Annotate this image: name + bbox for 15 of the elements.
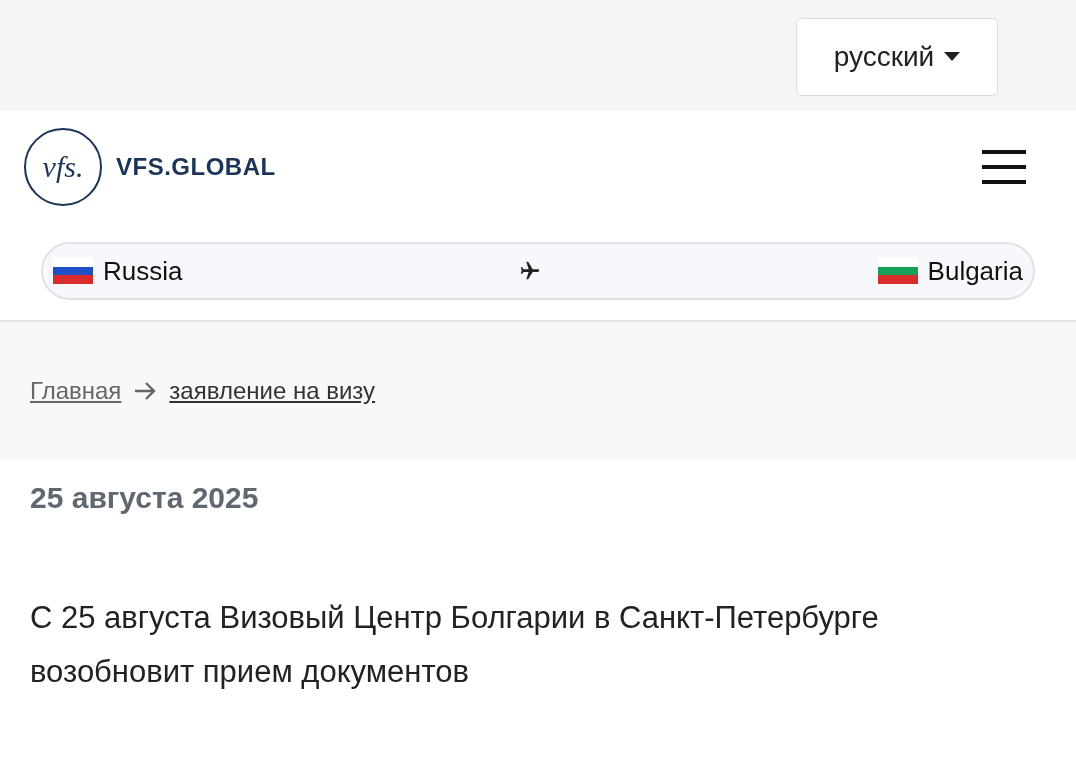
- logo-wordmark: VFS.GLOBAL: [116, 153, 276, 181]
- destination-country: Bulgaria: [927, 255, 1023, 287]
- origin-country: Russia: [103, 255, 183, 287]
- menu-icon[interactable]: [982, 150, 1026, 184]
- breadcrumb-link[interactable]: заявление на визу: [169, 376, 376, 405]
- airplane-icon: [519, 260, 542, 282]
- logo-mark: vfs.: [24, 128, 102, 206]
- flag-icon: [53, 258, 93, 284]
- caret-icon: [944, 52, 961, 61]
- article-title: С 25 августа Визовый Центр Болгарии в Санкт-Петербурге возобновит прием документов: [30, 599, 880, 691]
- article-date: 25 августа 2025: [30, 481, 260, 515]
- language-dropdown[interactable]: русский: [796, 17, 998, 96]
- arrow-icon: [133, 380, 158, 401]
- flag-icon: [877, 258, 918, 284]
- breadcrumb-link[interactable]: Главная: [30, 376, 122, 405]
